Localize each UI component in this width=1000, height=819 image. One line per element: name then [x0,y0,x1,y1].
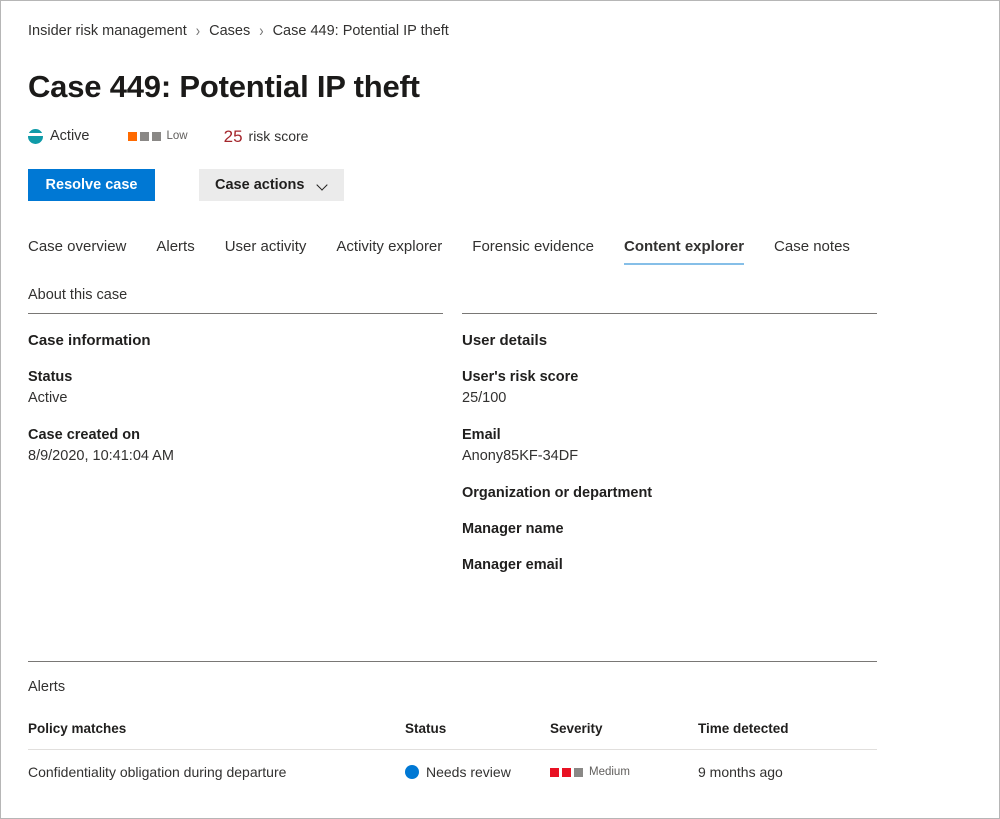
case-tabs: Case overview Alerts User activity Activ… [28,229,972,265]
case-actions-label: Case actions [215,177,305,193]
cell-policy-match: Confidentiality obligation during depart… [28,764,287,780]
tab-forensic-evidence[interactable]: Forensic evidence [472,238,594,265]
breadcrumb: Insider risk management › Cases › Case 4… [28,1,972,41]
risk-score-label: risk score [248,128,309,144]
status-badge-label: Active [50,128,90,144]
cell-time-detected: 9 months ago [698,764,783,780]
cell-severity: Medium [550,750,698,781]
field-organization-label: Organization or department [462,485,653,501]
table-header-row: Policy matches Status Severity Time dete… [28,721,877,750]
case-toolbar: Resolve case Case actions [28,169,972,201]
breadcrumb-item-current-case: Case 449: Potential IP theft [272,23,449,39]
about-divider-group [28,313,972,314]
case-meta-row: Active Low 25 risk score [28,125,972,147]
about-columns: Case information Status Active Case crea… [28,332,972,575]
column-header-time-detected[interactable]: Time detected [698,721,877,750]
field-email: Email Anony85KF-34DF [462,425,896,467]
field-manager-name-label: Manager name [462,521,564,537]
status-needs-review-icon [405,765,419,779]
field-status: Status Active [28,367,462,409]
alerts-section: Alerts Policy matches Status Severity Ti… [28,661,972,780]
field-manager-email-label: Manager email [462,557,563,573]
tab-content-explorer[interactable]: Content explorer [624,238,745,265]
cell-status: Needs review [405,750,550,780]
field-manager-email: Manager email [462,555,896,575]
status-active-icon [28,128,43,144]
breadcrumb-separator-icon: › [195,21,201,40]
field-manager-name: Manager name [462,519,896,539]
risk-score-value: 25 [223,126,243,146]
resolve-case-button[interactable]: Resolve case [28,169,155,201]
chevron-down-icon [317,180,328,191]
column-header-severity[interactable]: Severity [550,721,698,750]
case-actions-button[interactable]: Case actions [199,169,345,201]
tab-case-overview[interactable]: Case overview [28,238,126,265]
user-details-heading: User details [462,332,548,349]
about-divider-left [28,313,443,314]
field-case-created-on: Case created on 8/9/2020, 10:41:04 AM [28,425,462,467]
case-information-heading: Case information [28,332,151,349]
risk-score-badge: 25 risk score [224,128,309,145]
alerts-heading: Alerts [28,679,66,695]
field-case-created-on-label: Case created on [28,427,141,443]
breadcrumb-item-cases[interactable]: Cases [209,21,250,41]
tab-user-activity[interactable]: User activity [225,238,307,265]
case-information-column: Case information Status Active Case crea… [28,332,462,575]
field-email-label: Email [462,427,501,443]
severity-badge-label: Low [166,130,188,142]
alerts-table: Policy matches Status Severity Time dete… [28,721,877,780]
table-row[interactable]: Confidentiality obligation during depart… [28,750,877,781]
user-details-column: User details User's risk score 25/100 Em… [462,332,896,575]
column-header-status[interactable]: Status [405,721,550,750]
cell-severity-label: Medium [589,766,630,778]
alerts-section-divider [28,661,877,662]
column-header-policy-matches[interactable]: Policy matches [28,721,405,750]
tab-case-notes[interactable]: Case notes [774,238,850,265]
tab-activity-explorer[interactable]: Activity explorer [336,238,442,265]
tab-alerts[interactable]: Alerts [156,238,194,265]
field-status-value: Active [28,390,68,406]
breadcrumb-item-insider-risk-management[interactable]: Insider risk management [28,21,187,41]
severity-badge: Low [127,130,188,142]
page-title: Case 449: Potential IP theft [28,69,420,104]
field-email-value: Anony85KF-34DF [462,448,579,464]
breadcrumb-separator-icon: › [259,21,264,40]
field-organization: Organization or department [462,483,896,503]
severity-indicator-icon [127,131,161,141]
field-case-created-on-value: 8/9/2020, 10:41:04 AM [28,448,174,464]
field-user-risk-score: User's risk score 25/100 [462,367,896,409]
status-badge: Active [28,128,90,144]
severity-indicator-icon [550,767,583,777]
field-user-risk-score-value: 25/100 [462,390,507,406]
cell-status-label: Needs review [426,764,511,780]
about-this-case-heading: About this case [28,287,128,303]
about-divider-right [462,313,877,314]
case-detail-page: Insider risk management › Cases › Case 4… [0,0,1000,819]
field-user-risk-score-label: User's risk score [462,369,579,385]
field-status-label: Status [28,369,73,385]
